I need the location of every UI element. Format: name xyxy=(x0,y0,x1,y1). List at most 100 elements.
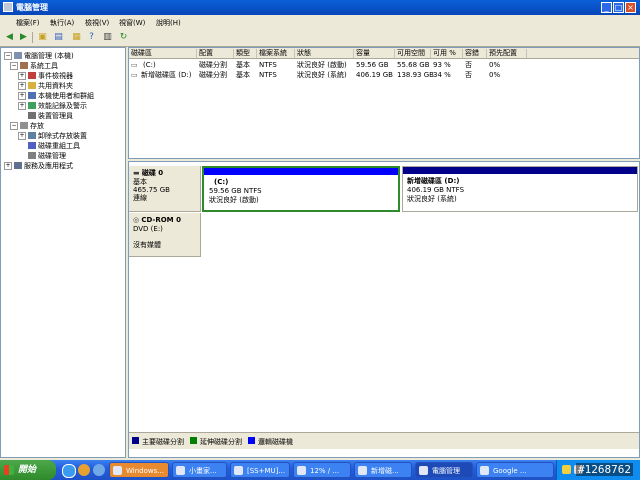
menu-help[interactable]: 說明(H) xyxy=(156,18,181,28)
windows-logo-icon xyxy=(4,465,14,475)
legend-extended: 延伸磁碟分割 xyxy=(200,438,242,446)
expand-icon[interactable]: + xyxy=(18,72,26,80)
minimize-button[interactable]: _ xyxy=(601,2,612,13)
toolbar-divider xyxy=(32,32,33,43)
col-percent-free[interactable]: 可用 % xyxy=(431,49,463,58)
legend-swatch-extended xyxy=(190,437,197,444)
taskbar-item-ssmu[interactable]: [SS+MU]... xyxy=(230,462,290,478)
expand-icon[interactable]: + xyxy=(18,82,26,90)
app-icon xyxy=(297,466,306,475)
table-row[interactable]: ▭ (C:) 磁碟分割 基本 NTFS 狀況良好 (啟動) 59.56 GB 5… xyxy=(129,60,639,70)
window-title: 電腦管理 xyxy=(16,3,48,12)
menu-file[interactable]: 檔案(F) xyxy=(16,18,40,28)
tree-item-perf-logs[interactable]: + 效能記錄及警示 xyxy=(18,101,87,111)
refresh-icon[interactable]: ↻ xyxy=(118,32,129,43)
start-button[interactable]: 開始 xyxy=(0,460,56,480)
internet-explorer-icon[interactable] xyxy=(62,464,76,478)
col-type[interactable]: 類型 xyxy=(234,49,257,58)
expand-icon[interactable]: + xyxy=(18,102,26,110)
col-capacity[interactable]: 容量 xyxy=(354,49,395,58)
taskbar: 開始 Windows... 小畫家... [SS+MU]... 12% / ..… xyxy=(0,460,640,480)
computer-management-window: 電腦管理 _ □ × 檔案(F) 執行(A) 檢視(V) 視窗(W) 說明(H)… xyxy=(0,0,640,460)
users-icon xyxy=(28,92,36,99)
menu-view[interactable]: 檢視(V) xyxy=(85,18,109,28)
cdrom-0-info[interactable]: ◎ CD-ROM 0 DVD (E:) 沒有媒體 xyxy=(129,213,201,257)
drive-icon: ▭ xyxy=(131,61,138,69)
legend-swatch-logical xyxy=(248,437,255,444)
disk-management-icon xyxy=(28,152,36,159)
tree-item-services[interactable]: + 服務及應用程式 xyxy=(4,161,73,171)
back-icon[interactable]: ◀ xyxy=(4,32,15,43)
tree-item-storage[interactable]: − 存放 xyxy=(10,121,44,131)
tree-item-local-users[interactable]: + 本機使用者和群組 xyxy=(18,91,94,101)
menu-window[interactable]: 視窗(W) xyxy=(119,18,145,28)
toolbar: ◀ ▶ ▣ ▤ ▦ ? ▥ ↻ xyxy=(0,29,640,47)
watermark-number: #1268762 xyxy=(576,463,633,476)
tools-icon xyxy=(20,62,28,69)
tree-item-disk-management[interactable]: 磁碟管理 xyxy=(28,151,66,161)
computer-management-icon xyxy=(3,2,13,12)
hard-disk-icon: ▬ xyxy=(133,169,142,177)
column-headers: 磁碟區 配置 類型 檔案系統 狀態 容量 可用空間 可用 % 容錯 預先配置 xyxy=(129,48,639,59)
app-icon xyxy=(358,466,367,475)
shared-folder-icon xyxy=(28,82,36,89)
device-manager-icon xyxy=(28,112,36,119)
col-overhead[interactable]: 預先配置 xyxy=(487,49,527,58)
app-icon xyxy=(176,466,185,475)
expand-icon[interactable]: + xyxy=(18,92,26,100)
show-tree-icon[interactable]: ▤ xyxy=(53,32,64,43)
expand-icon[interactable]: + xyxy=(18,132,26,140)
tree-item-shared-folders[interactable]: + 共用資料夾 xyxy=(18,81,73,91)
col-filesystem[interactable]: 檔案系統 xyxy=(257,49,295,58)
view-icon[interactable]: ▥ xyxy=(102,32,113,43)
primary-partition-bar xyxy=(403,167,637,174)
media-player-icon[interactable] xyxy=(78,464,90,476)
taskbar-item-computer-management[interactable]: 電腦管理 xyxy=(415,462,473,478)
col-layout[interactable]: 配置 xyxy=(197,49,234,58)
taskbar-item-windows[interactable]: Windows... xyxy=(109,462,169,478)
close-button[interactable]: × xyxy=(625,2,636,13)
col-fault-tolerance[interactable]: 容錯 xyxy=(463,49,487,58)
taskbar-item-download[interactable]: 12% / ... xyxy=(293,462,351,478)
partition-d[interactable]: 新增磁碟區 (D:) 406.19 GB NTFS 狀況良好 (系統) xyxy=(402,166,638,212)
legend-bar: 主要磁碟分割 延伸磁碟分割 邏輯磁碟機 xyxy=(129,432,639,449)
console-tree: − 電腦管理 (本機) − 系統工具 + 事件檢視器 + 共用資料夾 + 本機使用者和群組… xyxy=(0,47,126,458)
properties-icon[interactable]: ▦ xyxy=(71,32,82,43)
partition-c[interactable]: (C:) 59.56 GB NTFS 狀況良好 (啟動) xyxy=(202,166,400,212)
collapse-icon[interactable]: − xyxy=(10,122,18,130)
tree-item-device-manager[interactable]: 裝置管理員 xyxy=(28,111,73,121)
disk-0-info[interactable]: ▬ 磁碟 0 基本 465.75 GB 連線 xyxy=(129,166,201,212)
removable-storage-icon xyxy=(28,132,36,139)
tree-item-system-tools[interactable]: − 系統工具 xyxy=(10,61,58,71)
collapse-icon[interactable]: − xyxy=(4,52,12,60)
shield-icon[interactable] xyxy=(562,465,571,474)
expand-icon[interactable]: + xyxy=(4,162,12,170)
legend-primary: 主要磁碟分割 xyxy=(142,438,184,446)
col-status[interactable]: 狀態 xyxy=(295,49,354,58)
app-icon xyxy=(480,466,489,475)
taskbar-item-google[interactable]: Google ... xyxy=(476,462,554,478)
up-folder-icon[interactable]: ▣ xyxy=(37,32,48,43)
col-free-space[interactable]: 可用空間 xyxy=(395,49,431,58)
col-volume[interactable]: 磁碟區 xyxy=(129,49,197,58)
taskbar-item-new-volume[interactable]: 新增磁... xyxy=(354,462,412,478)
app-icon xyxy=(419,466,428,475)
maximize-button[interactable]: □ xyxy=(613,2,624,13)
collapse-icon[interactable]: − xyxy=(10,62,18,70)
title-bar[interactable]: 電腦管理 _ □ × xyxy=(0,0,640,15)
volume-list: 磁碟區 配置 類型 檔案系統 狀態 容量 可用空間 可用 % 容錯 預先配置 ▭… xyxy=(128,47,640,159)
disk-map: ▬ 磁碟 0 基本 465.75 GB 連線 (C:) 59.56 GB NTF… xyxy=(128,161,640,458)
defrag-icon xyxy=(28,142,36,149)
taskbar-item-paint[interactable]: 小畫家... xyxy=(172,462,227,478)
menu-action[interactable]: 執行(A) xyxy=(50,18,74,28)
tree-item-event-viewer[interactable]: + 事件檢視器 xyxy=(18,71,73,81)
tree-item-removable-storage[interactable]: + 卸除式存放裝置 xyxy=(18,131,87,141)
table-row[interactable]: ▭ 新增磁碟區 (D:) 磁碟分割 基本 NTFS 狀況良好 (系統) 406.… xyxy=(129,70,639,80)
show-desktop-icon[interactable] xyxy=(93,464,105,476)
primary-partition-bar xyxy=(204,168,398,175)
help-icon[interactable]: ? xyxy=(86,32,97,43)
event-viewer-icon xyxy=(28,72,36,79)
tree-item-root[interactable]: − 電腦管理 (本機) xyxy=(4,51,74,61)
forward-icon[interactable]: ▶ xyxy=(18,32,29,43)
tree-item-defragmenter[interactable]: 磁碟重組工具 xyxy=(28,141,80,151)
